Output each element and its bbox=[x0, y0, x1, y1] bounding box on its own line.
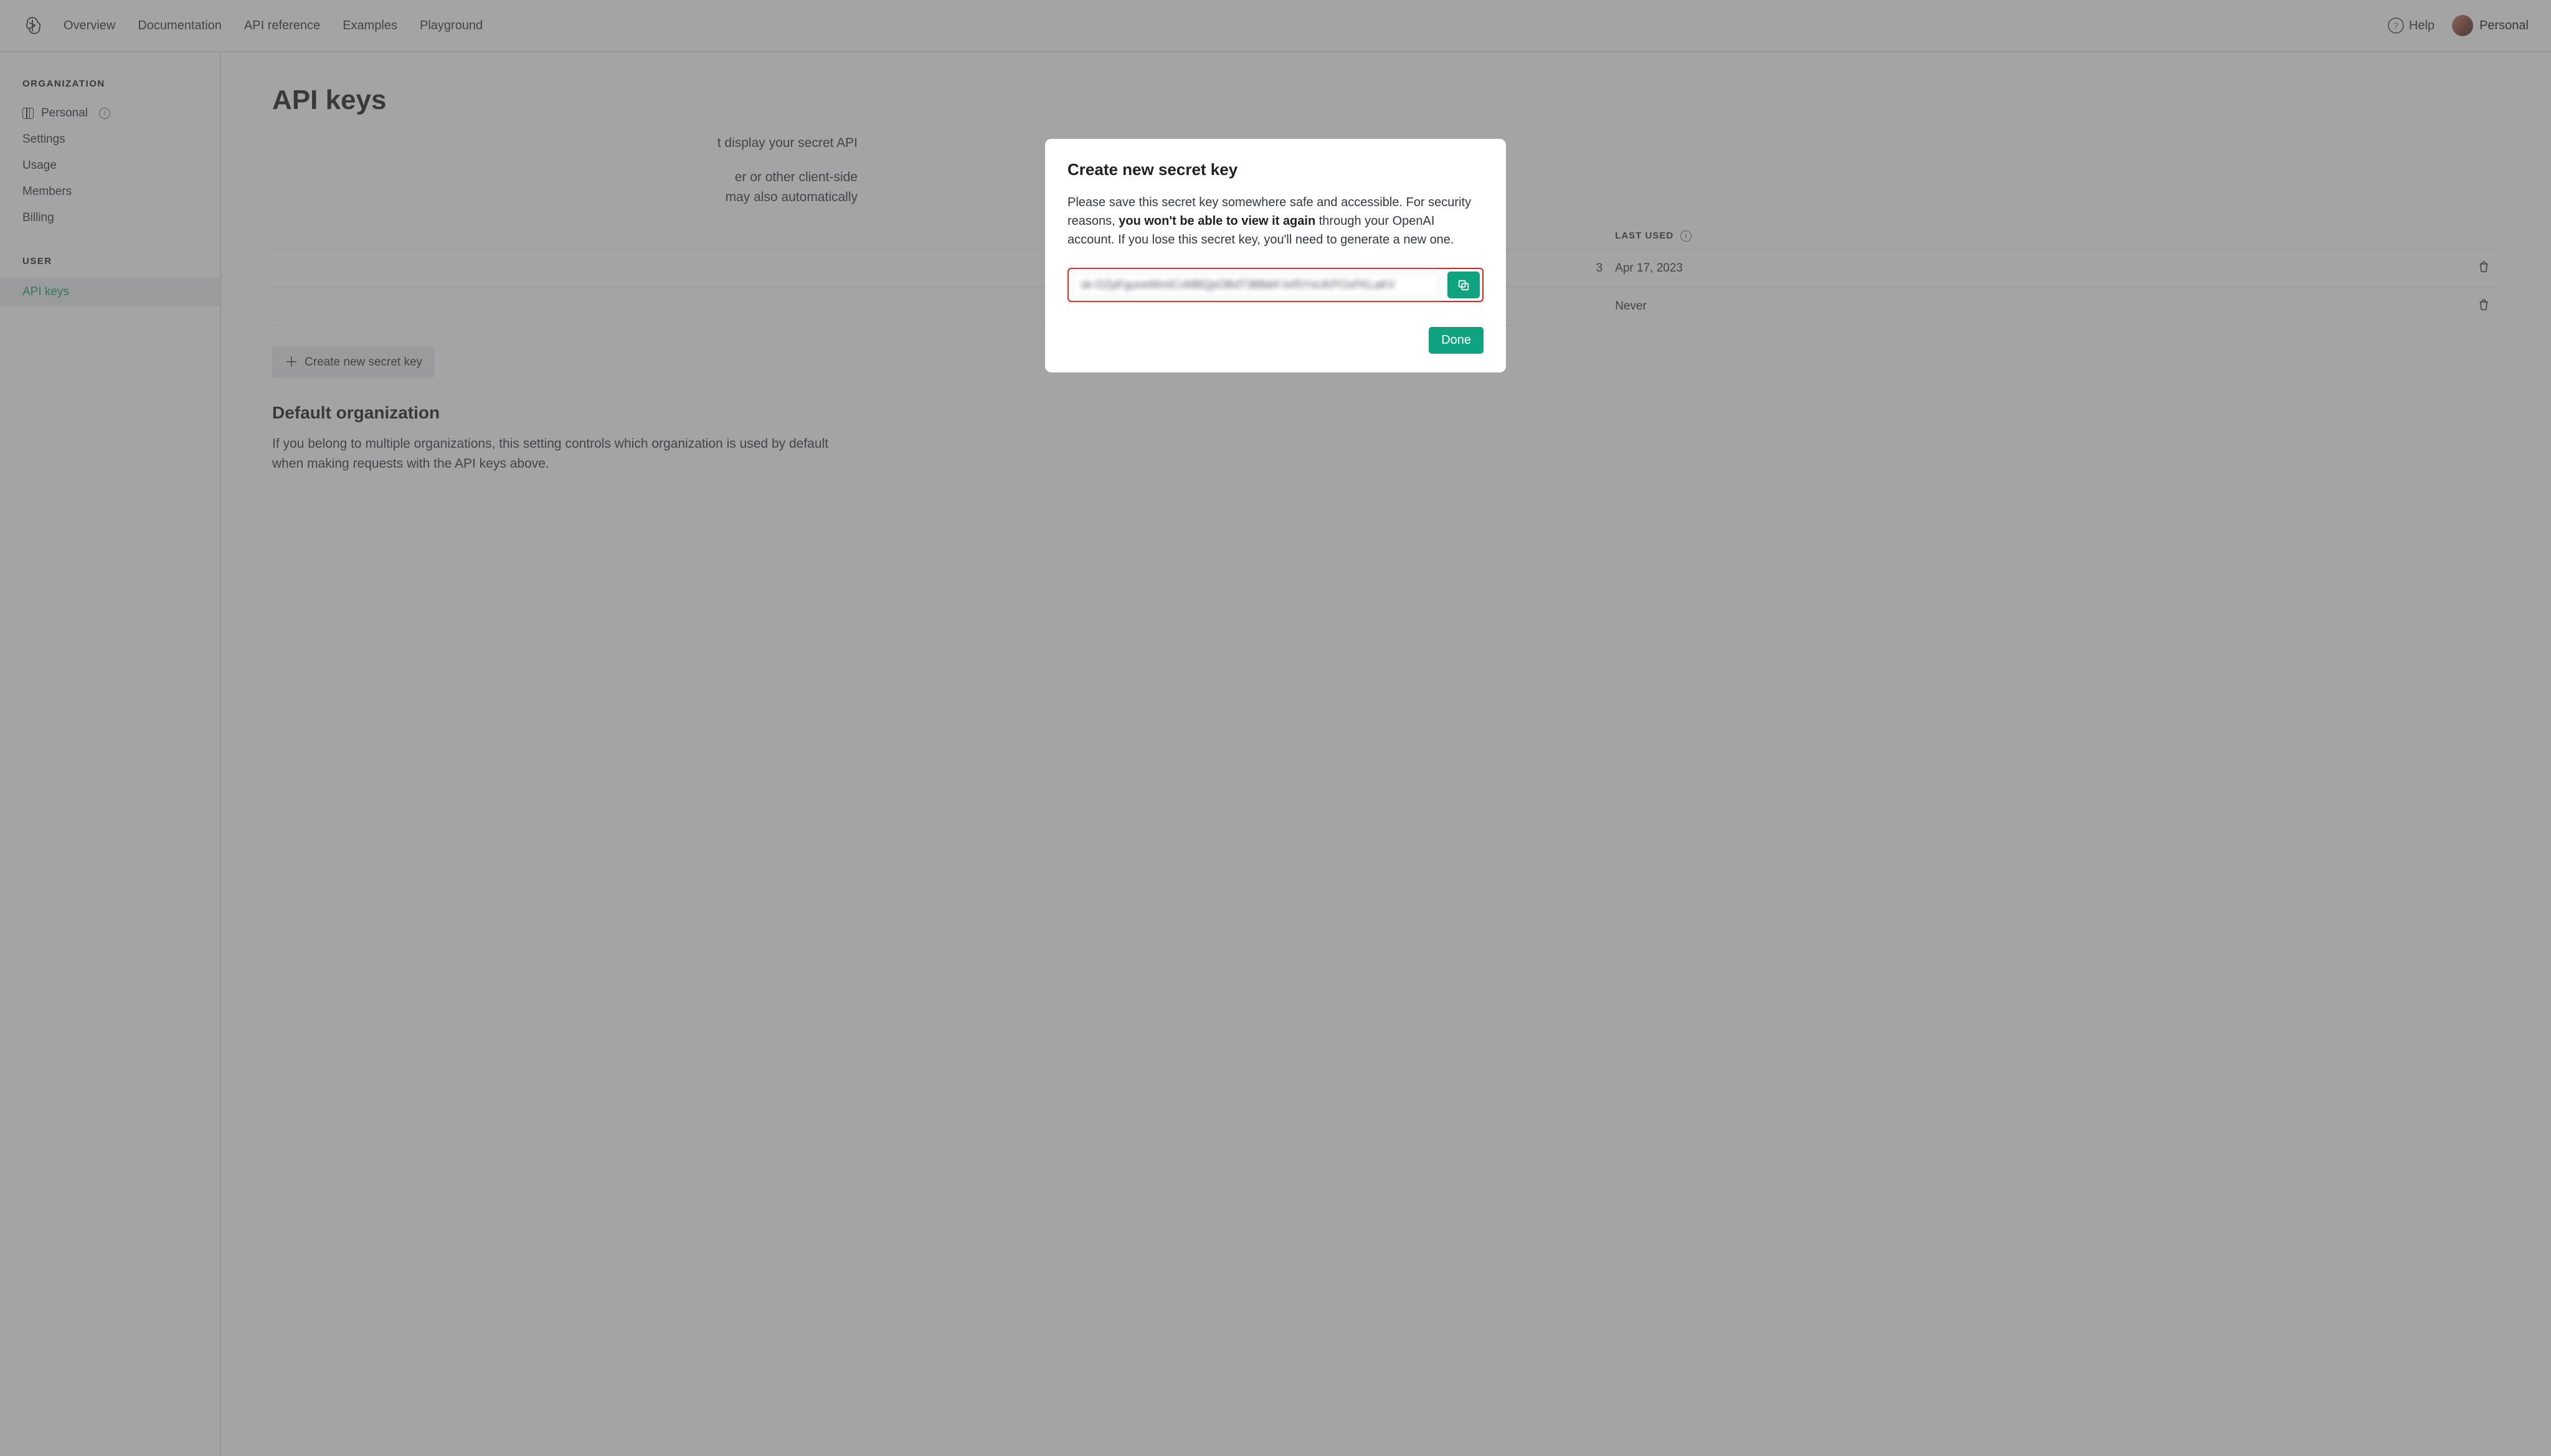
modal-body: Please save this secret key somewhere sa… bbox=[1067, 193, 1484, 249]
secret-key-field[interactable] bbox=[1071, 272, 1440, 298]
done-button[interactable]: Done bbox=[1429, 327, 1484, 354]
copy-button[interactable] bbox=[1447, 272, 1480, 298]
modal-overlay[interactable]: Create new secret key Please save this s… bbox=[0, 0, 2551, 1456]
copy-icon bbox=[1457, 278, 1470, 292]
secret-key-row bbox=[1067, 268, 1484, 302]
modal-title: Create new secret key bbox=[1067, 160, 1484, 179]
create-key-modal: Create new secret key Please save this s… bbox=[1045, 139, 1506, 372]
